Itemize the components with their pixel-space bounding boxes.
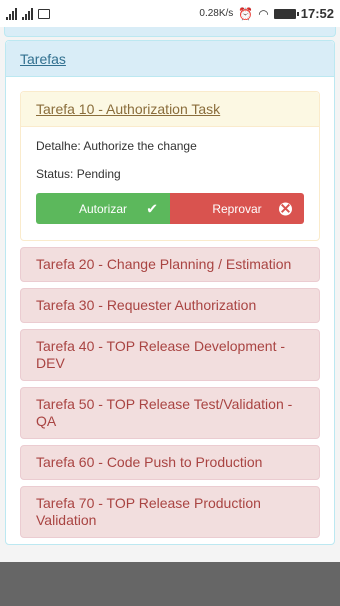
close-circle-icon: ✕: [279, 200, 292, 216]
clock: 17:52: [300, 6, 334, 21]
reject-button[interactable]: Reprovar ✕: [170, 193, 304, 224]
active-task-card: Tarefa 10 - Authorization Task Detalhe: …: [20, 91, 320, 241]
reject-button-label: Reprovar: [212, 201, 262, 216]
signal-icon: [6, 7, 17, 20]
task-actions: Autorizar ✔ Reprovar ✕: [36, 193, 304, 224]
task-item[interactable]: Tarefa 70 - TOP Release Production Valid…: [20, 486, 320, 538]
active-task-body: Detalhe: Authorize the change Status: Pe…: [21, 127, 319, 240]
approve-button-label: Autorizar: [78, 201, 128, 216]
alarm-icon: ⏰: [238, 6, 254, 21]
signal-icon: [22, 7, 33, 20]
status-right: 0.28K/s ⏰ ◠ 17:52: [199, 6, 334, 21]
active-task-heading: Tarefa 10 - Authorization Task: [21, 92, 319, 127]
image-icon: [38, 8, 50, 19]
check-icon: ✔: [146, 200, 158, 216]
task-item[interactable]: Tarefa 30 - Requester Authorization: [20, 288, 320, 323]
status-bar: 0.28K/s ⏰ ◠ 17:52: [0, 0, 340, 27]
tasks-panel: Tarefas Tarefa 10 - Authorization Task D…: [5, 40, 335, 545]
content-area[interactable]: Tarefas Tarefa 10 - Authorization Task D…: [0, 27, 340, 562]
network-speed: 0.28K/s: [199, 8, 234, 19]
task-item[interactable]: Tarefa 50 - TOP Release Test/Validation …: [20, 387, 320, 439]
task-status: Status: Pending: [36, 167, 121, 181]
task-detail: Detalhe: Authorize the change: [36, 139, 197, 153]
tasks-panel-body: Tarefa 10 - Authorization Task Detalhe: …: [6, 77, 334, 538]
active-task-title[interactable]: Tarefa 10 - Authorization Task: [36, 101, 220, 117]
tasks-panel-heading: Tarefas: [6, 41, 334, 77]
navigation-bar: [0, 562, 340, 606]
task-item[interactable]: Tarefa 20 - Change Planning / Estimation: [20, 247, 320, 282]
tasks-panel-title-link[interactable]: Tarefas: [20, 51, 66, 67]
wifi-icon: ◠: [258, 6, 269, 21]
approve-button[interactable]: Autorizar ✔: [36, 193, 170, 224]
battery-icon: [273, 8, 299, 19]
task-item[interactable]: Tarefa 40 - TOP Release Development - DE…: [20, 329, 320, 381]
status-left: [6, 7, 50, 20]
previous-panel-edge: [4, 27, 336, 37]
task-item[interactable]: Tarefa 60 - Code Push to Production: [20, 445, 320, 480]
